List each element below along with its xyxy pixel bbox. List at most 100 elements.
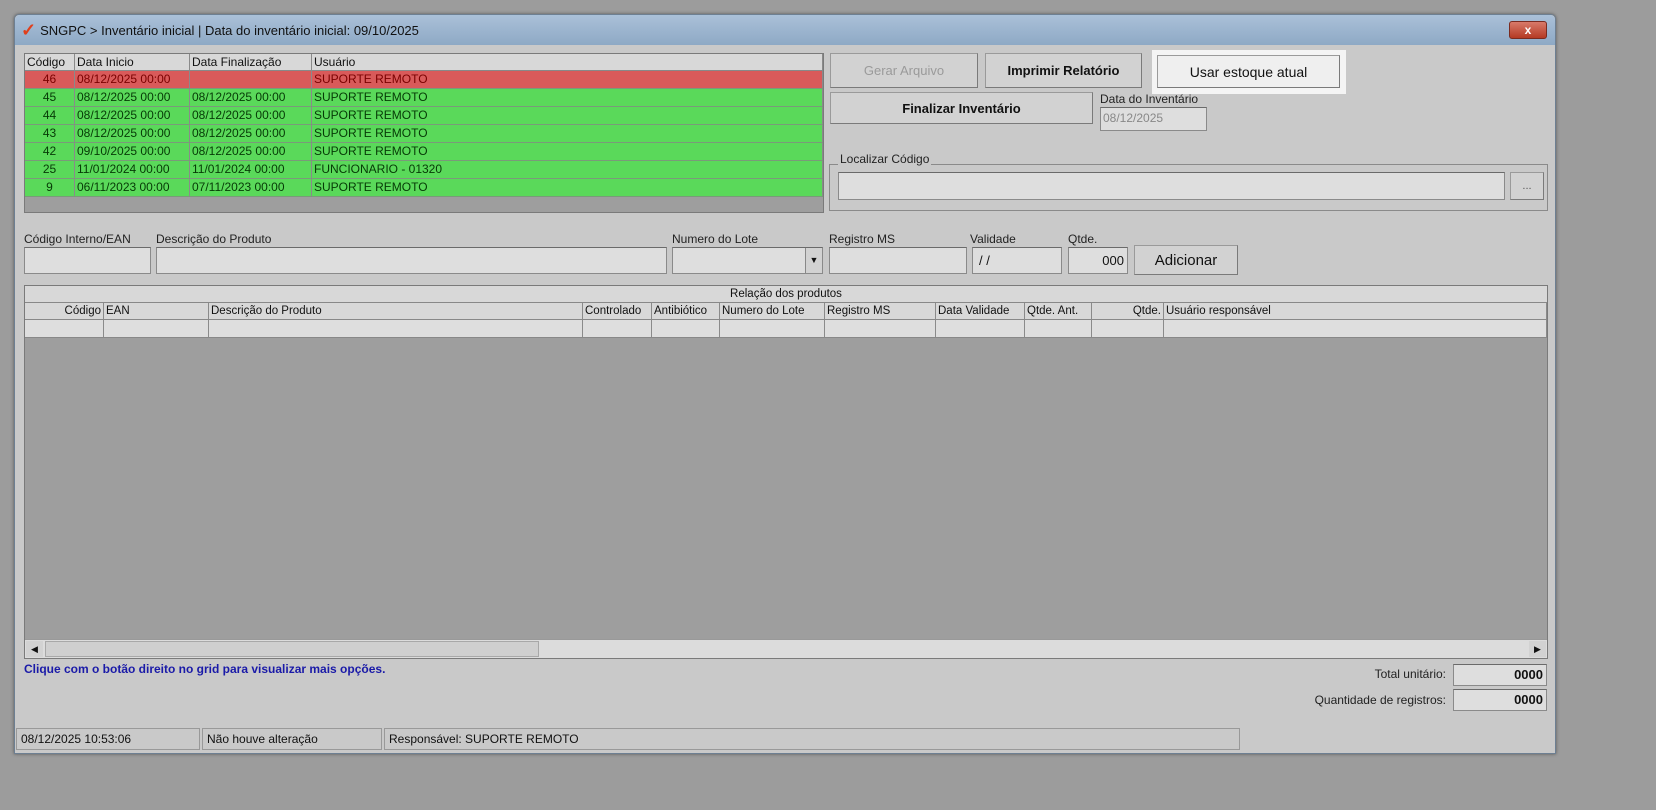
col-usuario[interactable]: Usuário: [312, 54, 823, 70]
window-title: SNGPC > Inventário inicial | Data do inv…: [40, 22, 419, 38]
status-bar: 08/12/2025 10:53:06 Não houve alteração …: [16, 728, 1554, 752]
quantidade-registros-field: 0000: [1453, 689, 1547, 711]
empty-cell[interactable]: [25, 320, 104, 337]
localizar-input[interactable]: [838, 172, 1505, 200]
close-button[interactable]: x: [1509, 21, 1547, 39]
empty-cell[interactable]: [936, 320, 1025, 337]
table-row[interactable]: 42 09/10/2025 00:00 08/12/2025 00:00 SUPORT…: [25, 143, 823, 161]
products-caption-bar: Relação dos produtos: [25, 286, 1547, 303]
cell-codigo: 25: [25, 161, 75, 178]
empty-cell[interactable]: [720, 320, 825, 337]
col-data-inicio[interactable]: Data Inicio: [75, 54, 190, 70]
table-row[interactable]: [25, 320, 1547, 338]
table-row[interactable]: 43 08/12/2025 00:00 08/12/2025 00:00 SUPORT…: [25, 125, 823, 143]
cell-data-inicio: 06/11/2023 00:00: [75, 179, 190, 196]
scroll-right-icon[interactable]: ▶: [1529, 641, 1546, 657]
cell-data-finalizacao: 08/12/2025 00:00: [190, 143, 312, 160]
lote-select[interactable]: ▼: [672, 247, 823, 274]
cell-codigo: 45: [25, 89, 75, 106]
descricao-input[interactable]: [156, 247, 667, 274]
descricao-label: Descrição do Produto: [156, 232, 272, 246]
cell-data-finalizacao: [190, 71, 312, 88]
finalizar-inventario-button[interactable]: Finalizar Inventário: [830, 92, 1093, 124]
registro-label: Registro MS: [829, 232, 896, 246]
col-descricao-do-produto[interactable]: Descrição do Produto: [209, 303, 583, 319]
scrollbar-thumb[interactable]: [45, 641, 539, 657]
empty-cell[interactable]: [825, 320, 936, 337]
empty-cell[interactable]: [1164, 320, 1547, 337]
empty-cell[interactable]: [583, 320, 652, 337]
cell-data-inicio: 08/12/2025 00:00: [75, 89, 190, 106]
cell-usuario: SUPORTE REMOTO: [312, 179, 823, 196]
imprimir-relatorio-button[interactable]: Imprimir Relatório: [985, 53, 1142, 88]
scroll-left-icon[interactable]: ◀: [26, 641, 43, 657]
cell-usuario: SUPORTE REMOTO: [312, 125, 823, 142]
registro-input[interactable]: [829, 247, 967, 274]
cell-codigo: 46: [25, 71, 75, 88]
qtde-input[interactable]: 000: [1068, 247, 1128, 274]
cell-codigo: 43: [25, 125, 75, 142]
empty-cell[interactable]: [652, 320, 720, 337]
cell-usuario: SUPORTE REMOTO: [312, 143, 823, 160]
grid-hint: Clique com o botão direito no grid para …: [24, 662, 386, 676]
chevron-down-icon[interactable]: ▼: [805, 248, 822, 273]
col-data-finalizacao[interactable]: Data Finalização: [190, 54, 312, 70]
table-row[interactable]: 9 06/11/2023 00:00 07/11/2023 00:00 SUPORTE…: [25, 179, 823, 197]
col-qtde[interactable]: Qtde.: [1092, 303, 1164, 319]
table-row[interactable]: 46 08/12/2025 00:00 SUPORTE REMOTO: [25, 71, 823, 89]
products-grid[interactable]: Relação dos produtos Código EAN Descrição …: [24, 285, 1548, 659]
col-controlado[interactable]: Controlado: [583, 303, 652, 319]
usar-estoque-atual-button[interactable]: Usar estoque atual: [1157, 55, 1340, 88]
qtde-label: Qtde.: [1068, 232, 1098, 246]
cell-data-finalizacao: 11/01/2024 00:00: [190, 161, 312, 178]
codigo-label: Código Interno/EAN: [24, 232, 131, 246]
data-inventario-label: Data do Inventário: [1100, 92, 1199, 106]
col-usuario-responsavel[interactable]: Usuário responsável: [1164, 303, 1547, 319]
cell-data-finalizacao: 08/12/2025 00:00: [190, 89, 312, 106]
inventories-grid[interactable]: Código Data Inicio Data Finalização Usuá…: [24, 53, 824, 213]
app-check-icon: ✓: [21, 19, 37, 40]
col-codigo[interactable]: Código: [25, 54, 75, 70]
products-caption: Relação dos produtos: [730, 288, 842, 300]
horizontal-scrollbar[interactable]: ◀ ▶: [25, 639, 1547, 658]
status-responsavel: Responsável: SUPORTE REMOTO: [384, 728, 1240, 750]
col-codigo[interactable]: Código: [25, 303, 104, 319]
table-row[interactable]: 45 08/12/2025 00:00 08/12/2025 00:00 SUPORT…: [25, 89, 823, 107]
col-data-validade[interactable]: Data Validade: [936, 303, 1025, 319]
localizar-label: Localizar Código: [838, 152, 932, 166]
cell-usuario: SUPORTE REMOTO: [312, 71, 823, 88]
col-qtde-ant[interactable]: Qtde. Ant.: [1025, 303, 1092, 319]
data-inventario-field[interactable]: 08/12/2025: [1100, 107, 1207, 131]
col-registro-ms[interactable]: Registro MS: [825, 303, 936, 319]
grid-header: Código Data Inicio Data Finalização Usuá…: [25, 54, 823, 71]
empty-cell[interactable]: [104, 320, 209, 337]
cell-usuario: FUNCIONARIO - 01320: [312, 161, 823, 178]
gerar-arquivo-button[interactable]: Gerar Arquivo: [830, 53, 978, 88]
col-numero-do-lote[interactable]: Numero do Lote: [720, 303, 825, 319]
cell-usuario: SUPORTE REMOTO: [312, 89, 823, 106]
cell-codigo: 44: [25, 107, 75, 124]
cell-data-inicio: 08/12/2025 00:00: [75, 107, 190, 124]
table-row[interactable]: 44 08/12/2025 00:00 08/12/2025 00:00 SUPORT…: [25, 107, 823, 125]
cell-usuario: SUPORTE REMOTO: [312, 107, 823, 124]
status-datetime: 08/12/2025 10:53:06: [16, 728, 200, 750]
cell-data-inicio: 09/10/2025 00:00: [75, 143, 190, 160]
codigo-input[interactable]: [24, 247, 151, 274]
col-ean[interactable]: EAN: [104, 303, 209, 319]
col-antibiotico[interactable]: Antibiótico: [652, 303, 720, 319]
cell-data-inicio: 08/12/2025 00:00: [75, 71, 190, 88]
status-change: Não houve alteração: [202, 728, 382, 750]
validade-label: Validade: [970, 232, 1016, 246]
cell-data-inicio: 11/01/2024 00:00: [75, 161, 190, 178]
quantidade-registros-label: Quantidade de registros:: [1314, 693, 1446, 707]
empty-cell[interactable]: [1025, 320, 1092, 337]
total-unitario-label: Total unitário:: [1374, 667, 1446, 681]
adicionar-button[interactable]: Adicionar: [1134, 245, 1238, 275]
empty-cell[interactable]: [209, 320, 583, 337]
table-row[interactable]: 25 11/01/2024 00:00 11/01/2024 00:00 FUNCIO…: [25, 161, 823, 179]
cell-data-finalizacao: 08/12/2025 00:00: [190, 125, 312, 142]
validade-input[interactable]: / /: [972, 247, 1062, 274]
browse-button[interactable]: ...: [1510, 172, 1544, 200]
cell-data-finalizacao: 07/11/2023 00:00: [190, 179, 312, 196]
empty-cell[interactable]: [1092, 320, 1164, 337]
